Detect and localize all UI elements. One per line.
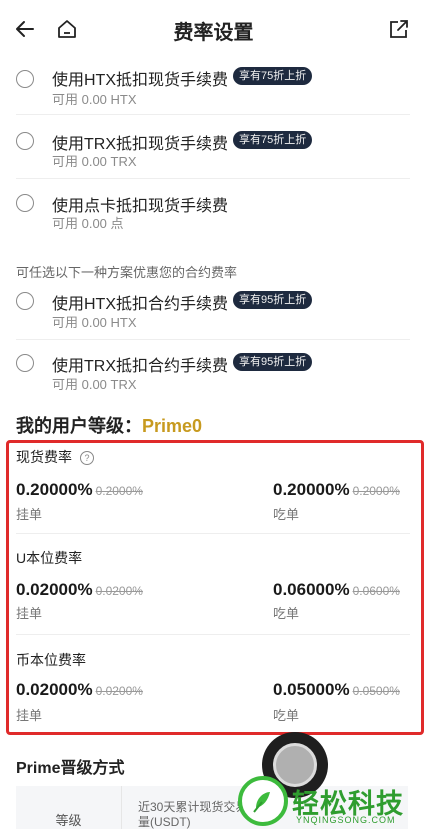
taker-label: 吃单 xyxy=(273,606,300,621)
divider xyxy=(16,634,410,635)
radio-button[interactable] xyxy=(16,132,34,150)
user-level: 我的用户等级：Prime0 xyxy=(16,412,202,438)
fee-section-title: 现货费率? xyxy=(16,447,94,467)
fee-section-title: U本位费率 xyxy=(16,550,83,566)
radio-button[interactable] xyxy=(16,354,34,372)
divider xyxy=(16,339,410,340)
available-balance: 可用 0.00 TRX xyxy=(52,377,137,392)
discount-badge: 享有95折上折 xyxy=(233,291,313,309)
maker-rate: 0.20000% 0.2000% xyxy=(16,480,143,499)
radio-button[interactable] xyxy=(16,194,34,212)
taker-rate-original: 0.2000% xyxy=(352,484,400,498)
available-balance: 可用 0.00 TRX xyxy=(52,154,137,169)
divider xyxy=(16,533,410,534)
maker-label: 挂单 xyxy=(16,606,43,621)
radio-button[interactable] xyxy=(16,292,34,310)
option-label: 使用HTX抵扣现货手续费 xyxy=(52,72,229,89)
available-balance: 可用 0.00 HTX xyxy=(52,92,137,107)
option-label: 使用HTX抵扣合约手续费 xyxy=(52,296,229,313)
discount-badge: 享有75折上折 xyxy=(233,131,313,149)
help-icon[interactable]: ? xyxy=(80,451,94,465)
share-icon[interactable] xyxy=(386,16,412,42)
taker-label: 吃单 xyxy=(273,708,300,723)
user-level-value: Prime0 xyxy=(142,416,203,436)
taker-rate: 0.05000% 0.0500% xyxy=(273,680,400,699)
taker-rate: 0.20000% 0.2000% xyxy=(273,480,400,499)
fee-section-title: 币本位费率 xyxy=(16,652,86,668)
user-level-label: 我的用户等级： xyxy=(16,416,142,436)
available-balance: 可用 0.00 点 xyxy=(52,216,124,231)
prime-upgrade-title: Prime晋级方式 xyxy=(16,760,125,777)
watermark-domain: YNQINGSONG.COM xyxy=(296,815,396,825)
maker-rate-original: 0.0200% xyxy=(95,584,143,598)
maker-label: 挂单 xyxy=(16,507,43,522)
taker-rate-original: 0.0600% xyxy=(352,584,400,598)
table-header-level: 等级 xyxy=(55,813,82,828)
taker-label: 吃单 xyxy=(273,507,300,522)
contract-hint: 可任选以下一种方案优惠您的合约费率 xyxy=(16,265,238,280)
maker-rate: 0.02000% 0.0200% xyxy=(16,680,143,699)
option-label: 使用TRX抵扣合约手续费 xyxy=(52,358,229,375)
discount-badge: 享有75折上折 xyxy=(233,67,313,85)
maker-rate-original: 0.2000% xyxy=(95,484,143,498)
discount-badge: 享有95折上折 xyxy=(233,353,313,371)
divider xyxy=(16,178,410,179)
maker-rate: 0.02000% 0.0200% xyxy=(16,580,143,599)
taker-rate-original: 0.0500% xyxy=(352,684,400,698)
maker-label: 挂单 xyxy=(16,708,43,723)
divider xyxy=(16,114,410,115)
maker-rate-original: 0.0200% xyxy=(95,684,143,698)
watermark-logo-icon xyxy=(238,776,288,826)
taker-rate: 0.06000% 0.0600% xyxy=(273,580,400,599)
radio-button[interactable] xyxy=(16,70,34,88)
header-bar: 费率设置 xyxy=(0,0,427,58)
available-balance: 可用 0.00 HTX xyxy=(52,315,137,330)
page-title: 费率设置 xyxy=(173,22,254,44)
